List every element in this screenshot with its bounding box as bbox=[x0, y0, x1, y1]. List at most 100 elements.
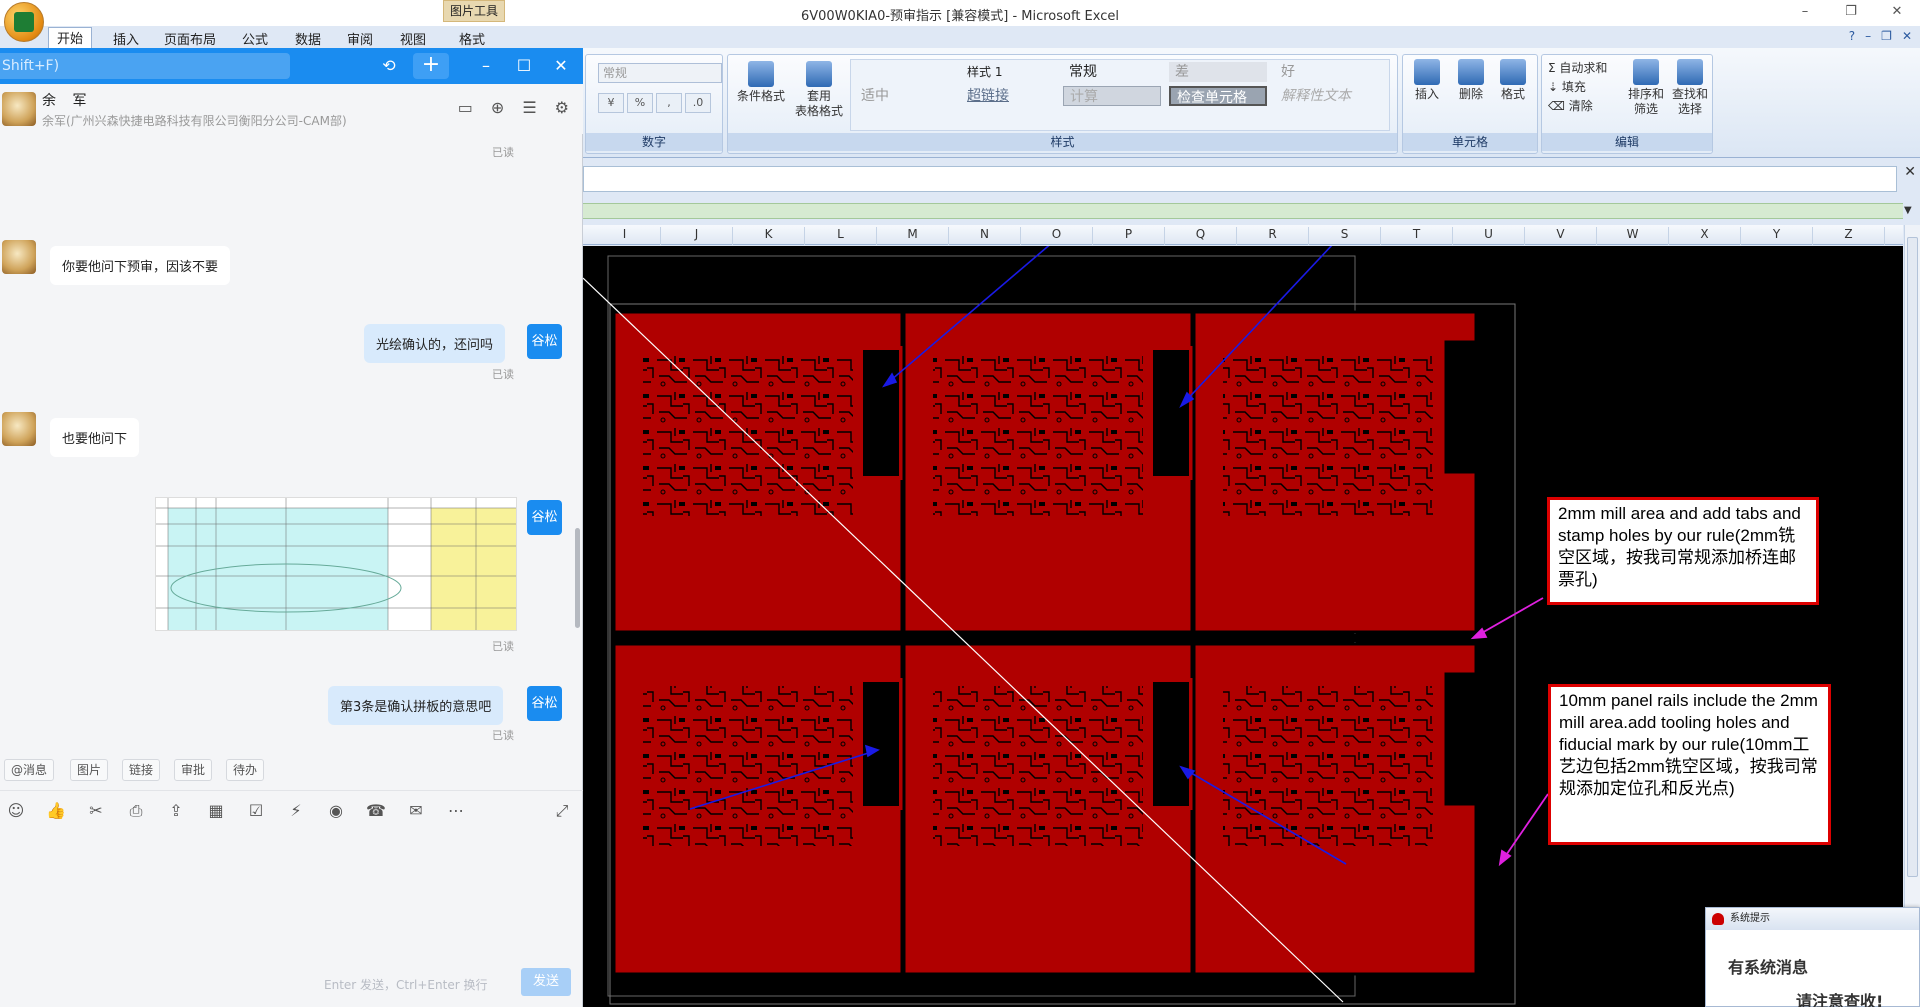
column-header-Q[interactable]: Q bbox=[1165, 227, 1237, 245]
find-select-button[interactable]: 查找和 选择 bbox=[1668, 59, 1712, 117]
expand-formula-bar-icon[interactable]: ▼ bbox=[1904, 205, 1912, 216]
style-hyperlink[interactable]: 超链接 bbox=[961, 86, 1051, 106]
settings-icon[interactable]: ⚙ bbox=[555, 98, 569, 117]
close-icon[interactable]: ✕ bbox=[1874, 0, 1920, 26]
quick-mention[interactable]: @消息 bbox=[4, 759, 55, 781]
message-left[interactable]: 也要他问下 bbox=[50, 418, 140, 457]
format-cells-button[interactable]: 格式 bbox=[1493, 59, 1533, 102]
chat-scrollbar[interactable] bbox=[575, 528, 580, 628]
autosum-button[interactable]: Σ 自动求和 bbox=[1548, 59, 1607, 78]
upload-icon[interactable]: ⇪ bbox=[166, 801, 186, 821]
vertical-scrollbar[interactable] bbox=[1904, 225, 1920, 985]
column-header-S[interactable]: S bbox=[1309, 227, 1381, 245]
message-left[interactable]: 你要他问下预审，因该不要 bbox=[50, 246, 231, 285]
style-check-cell[interactable]: 检查单元格 bbox=[1169, 86, 1267, 106]
column-header-U[interactable]: U bbox=[1453, 227, 1525, 245]
fill-button[interactable]: ⇣ 填充 bbox=[1548, 78, 1607, 97]
emoji-icon[interactable]: ☺ bbox=[6, 801, 26, 821]
new-chat-button[interactable]: + bbox=[413, 53, 449, 79]
tab-review[interactable]: 审阅 bbox=[347, 29, 373, 48]
tab-insert[interactable]: 插入 bbox=[113, 29, 139, 48]
style-good[interactable]: 好 bbox=[1275, 62, 1373, 82]
scroll-thumb[interactable] bbox=[1907, 237, 1918, 877]
history-icon[interactable]: ⟲ bbox=[377, 54, 401, 78]
minimize-icon[interactable]: – bbox=[1782, 0, 1828, 26]
message-right[interactable]: 光绘确认的，还问吗 bbox=[364, 324, 506, 363]
style-normal[interactable]: 常规 bbox=[1063, 62, 1161, 82]
style-explanatory[interactable]: 解释性文本 bbox=[1275, 86, 1375, 106]
phone-icon[interactable]: ☎ bbox=[366, 801, 386, 821]
quick-image[interactable]: 图片 bbox=[70, 759, 109, 781]
lightning-icon[interactable]: ⚡ bbox=[286, 801, 306, 821]
column-header-N[interactable]: N bbox=[949, 227, 1021, 245]
tab-page-layout[interactable]: 页面布局 bbox=[164, 29, 216, 48]
percent-button[interactable]: % bbox=[627, 93, 653, 113]
formula-input[interactable] bbox=[583, 166, 1897, 192]
tab-home[interactable]: 开始 bbox=[48, 27, 93, 48]
video-icon[interactable]: ◉ bbox=[326, 801, 346, 821]
close-pane-icon[interactable]: ✕ bbox=[1904, 164, 1916, 180]
chat-minimize-icon[interactable]: – bbox=[474, 54, 498, 78]
quick-approval[interactable]: 审批 bbox=[174, 759, 213, 781]
style-neutral[interactable]: 适中 bbox=[855, 86, 953, 106]
message-right[interactable]: 第3条是确认拼板的意思吧 bbox=[328, 686, 504, 725]
tab-data[interactable]: 数据 bbox=[295, 29, 321, 48]
thumbs-up-icon[interactable]: 👍 bbox=[46, 801, 66, 821]
column-header-Z[interactable]: Z bbox=[1813, 227, 1885, 245]
system-notice-popup[interactable]: 系统提示 有系统消息 请注意查收! bbox=[1705, 907, 1920, 1007]
column-header-J[interactable]: J bbox=[661, 227, 733, 245]
column-header-P[interactable]: P bbox=[1093, 227, 1165, 245]
expand-icon[interactable]: ⤢ bbox=[552, 801, 572, 821]
quick-todo[interactable]: 待办 bbox=[226, 759, 265, 781]
insert-cells-button[interactable]: 插入 bbox=[1407, 59, 1447, 102]
column-header-Y[interactable]: Y bbox=[1741, 227, 1813, 245]
task-check-icon[interactable]: ☑ bbox=[246, 801, 266, 821]
format-as-table-button[interactable]: 套用 表格格式 bbox=[790, 61, 848, 119]
currency-button[interactable]: ¥ bbox=[598, 93, 624, 113]
conditional-format-button[interactable]: 条件格式 bbox=[732, 61, 790, 104]
tab-format[interactable]: 格式 bbox=[459, 29, 485, 48]
column-header-R[interactable]: R bbox=[1237, 227, 1309, 245]
chat-close-icon[interactable]: ✕ bbox=[549, 54, 573, 78]
mail-icon[interactable]: ✉ bbox=[406, 801, 426, 821]
column-header-I[interactable]: I bbox=[589, 227, 661, 245]
style-calculation[interactable]: 计算 bbox=[1063, 86, 1161, 106]
quick-link[interactable]: 链接 bbox=[122, 759, 161, 781]
column-header-V[interactable]: V bbox=[1525, 227, 1597, 245]
tab-view[interactable]: 视图 bbox=[400, 29, 426, 48]
image-message-thumbnail[interactable] bbox=[155, 497, 517, 631]
contact-avatar[interactable] bbox=[2, 92, 36, 126]
chat-maximize-icon[interactable]: ☐ bbox=[512, 54, 536, 78]
comma-button[interactable]: , bbox=[656, 93, 682, 113]
chat-search-input[interactable]: Shift+F) bbox=[0, 53, 290, 79]
scissors-icon[interactable]: ✂ bbox=[86, 801, 106, 821]
column-header-L[interactable]: L bbox=[805, 227, 877, 245]
decimal-button[interactable]: .0 bbox=[685, 93, 711, 113]
style-1[interactable]: 样式 1 bbox=[961, 62, 1051, 82]
office-button[interactable] bbox=[4, 2, 44, 42]
folder-icon[interactable]: ▭ bbox=[458, 98, 473, 117]
ribbon-close-icon[interactable]: ✕ bbox=[1902, 29, 1912, 43]
column-header-T[interactable]: T bbox=[1381, 227, 1453, 245]
delete-cells-button[interactable]: 删除 bbox=[1451, 59, 1491, 102]
column-header-W[interactable]: W bbox=[1597, 227, 1669, 245]
help-icon[interactable]: ? bbox=[1849, 29, 1855, 43]
number-format-select[interactable]: 常规 bbox=[598, 63, 722, 83]
column-header-M[interactable]: M bbox=[877, 227, 949, 245]
restore-icon[interactable]: ❐ bbox=[1828, 0, 1874, 26]
add-member-icon[interactable]: ⊕ bbox=[491, 98, 504, 117]
column-header-X[interactable]: X bbox=[1669, 227, 1741, 245]
style-bad[interactable]: 差 bbox=[1169, 62, 1267, 82]
column-header-O[interactable]: O bbox=[1021, 227, 1093, 245]
file-icon[interactable]: ⎙ bbox=[126, 801, 146, 821]
calendar-icon[interactable]: ▦ bbox=[206, 801, 226, 821]
ribbon-minimize-icon[interactable]: – bbox=[1865, 29, 1871, 43]
tab-formulas[interactable]: 公式 bbox=[242, 29, 268, 48]
sort-filter-button[interactable]: 排序和 筛选 bbox=[1624, 59, 1668, 117]
ribbon-restore-icon[interactable]: ❐ bbox=[1881, 29, 1892, 43]
send-button[interactable]: 发送 bbox=[521, 968, 571, 996]
column-header-K[interactable]: K bbox=[733, 227, 805, 245]
search-history-icon[interactable]: ☰ bbox=[522, 98, 536, 117]
clear-button[interactable]: ⌫ 清除 bbox=[1548, 97, 1607, 116]
more-icon[interactable]: ⋯ bbox=[446, 801, 466, 821]
